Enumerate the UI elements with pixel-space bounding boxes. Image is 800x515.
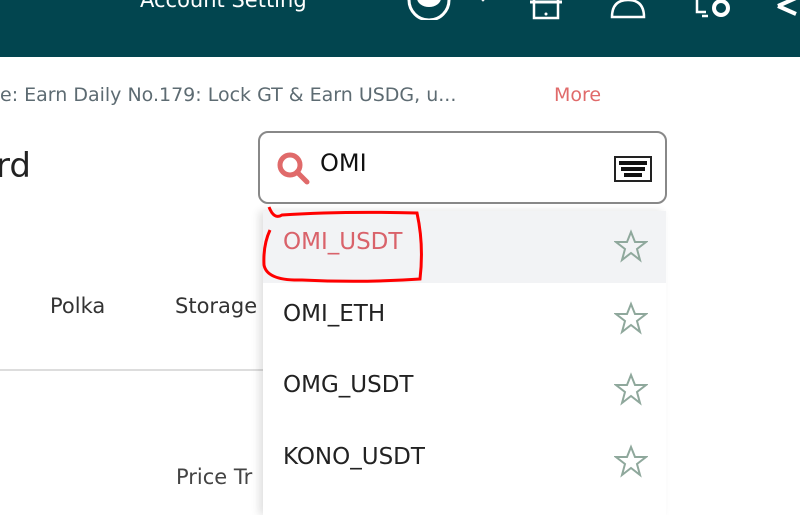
dropdown-item[interactable]: OMI_USDT	[263, 211, 666, 283]
item-label: OMG_USDT	[283, 372, 414, 398]
star-icon[interactable]	[614, 372, 648, 406]
search-dropdown: OMI_USDT OMI_ETH OMG_USDT KONO_USDT	[263, 211, 666, 515]
search-input[interactable]: OMI	[258, 131, 667, 204]
announcement-text[interactable]: e: Earn Daily No.179: Lock GT & Earn USD…	[0, 84, 456, 106]
item-label: KONO_USDT	[283, 444, 425, 470]
device-settings-icon[interactable]	[694, 0, 734, 20]
page-title: rd	[0, 146, 31, 186]
tab-polka[interactable]: Polka	[50, 294, 105, 318]
chevron-down-icon[interactable]	[478, 0, 488, 12]
keyboard-icon[interactable]	[614, 156, 652, 182]
dropdown-item[interactable]: OMI_ETH	[263, 283, 666, 355]
service-bell-icon[interactable]	[610, 0, 646, 20]
dropdown-item[interactable]: KONO_USDT	[263, 426, 666, 498]
divider	[0, 369, 265, 371]
tab-storage[interactable]: Storage	[175, 294, 257, 318]
item-label: OMI_USDT	[283, 229, 403, 255]
avatar-icon[interactable]	[405, 0, 455, 20]
store-icon[interactable]	[530, 0, 562, 20]
star-icon[interactable]	[614, 301, 648, 335]
account-setting-link[interactable]: Account Setting	[140, 0, 307, 12]
search-query[interactable]: OMI	[320, 149, 367, 177]
share-icon[interactable]	[774, 0, 800, 20]
top-header: Account Setting	[0, 0, 800, 57]
dropdown-item[interactable]: OMG_USDT	[263, 354, 666, 426]
star-icon[interactable]	[614, 229, 648, 263]
item-label: OMI_ETH	[283, 301, 386, 327]
star-icon[interactable]	[614, 444, 648, 478]
more-link[interactable]: More	[554, 84, 601, 106]
section-label: Price Tr	[176, 465, 253, 489]
search-icon	[277, 152, 310, 185]
